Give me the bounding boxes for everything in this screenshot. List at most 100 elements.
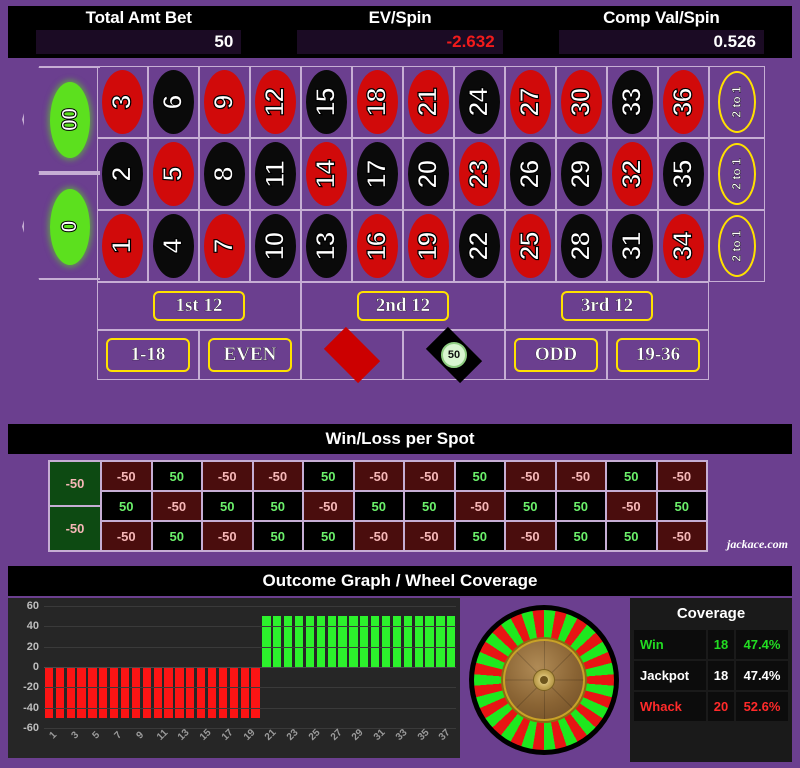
column-bet-3[interactable]: 2 to 1 [709, 210, 765, 282]
bet-spot-11[interactable]: 11 [250, 138, 301, 210]
number-oval: 27 [510, 70, 551, 134]
outside-bet-black[interactable]: 50 [403, 326, 505, 384]
bet-spot-13[interactable]: 13 [301, 210, 352, 282]
bet-spot-30[interactable]: 30 [556, 66, 607, 138]
roulette-betting-layout: 00 0 3 6 9 12 15 18 21 24 27 30 33 36 2 5 8 11 14 17 20 23 2… [0, 58, 800, 403]
bet-spot-label: 2 [106, 166, 137, 182]
bet-spot-label: 26 [514, 159, 545, 189]
bet-spot-label: 15 [310, 87, 341, 117]
bet-spot-label: 32 [616, 159, 647, 189]
bet-spot-label: 17 [361, 159, 392, 189]
bet-spot-20[interactable]: 20 [403, 138, 454, 210]
bet-spot-10[interactable]: 10 [250, 210, 301, 282]
bet-spot-21[interactable]: 21 [403, 66, 454, 138]
bet-spot-12[interactable]: 12 [250, 66, 301, 138]
x-slot: 23 [283, 727, 301, 758]
win-loss-cell: -50 [102, 522, 151, 550]
bet-spot-14[interactable]: 14 [301, 138, 352, 210]
x-slot: 9 [131, 730, 146, 758]
bet-spot-8[interactable]: 8 [199, 138, 250, 210]
x-slot [425, 730, 435, 758]
bet-spot-19[interactable]: 19 [403, 210, 454, 282]
bet-spot-28[interactable]: 28 [556, 210, 607, 282]
column-bet-label: 2 to 1 [730, 158, 744, 190]
gridline [44, 626, 456, 628]
outside-bet-1-18[interactable]: 1-18 [97, 330, 199, 380]
win-loss-zero-cell: -50 [50, 507, 100, 550]
column-bet-label: 2 to 1 [730, 230, 744, 262]
bar [207, 667, 217, 718]
bet-spot-0[interactable]: 0 [22, 173, 100, 280]
bet-spot-label: 19 [412, 231, 443, 261]
bet-chip[interactable]: 50 [441, 342, 467, 368]
outside-bet-label: ODD [514, 338, 598, 372]
column-bet-1[interactable]: 2 to 1 [709, 66, 765, 138]
number-oval: 26 [510, 142, 551, 206]
bet-spot-2[interactable]: 2 [97, 138, 148, 210]
dozen-bet-2[interactable]: 2nd 12 [301, 282, 505, 330]
bar [360, 616, 369, 667]
y-tick-label: -40 [23, 701, 39, 714]
bet-spot-7[interactable]: 7 [199, 210, 250, 282]
bet-spot-5[interactable]: 5 [148, 138, 199, 210]
bar [414, 616, 423, 667]
gridline [44, 667, 456, 668]
coverage-row-pct: 47.4% [736, 661, 788, 690]
bet-spot-24[interactable]: 24 [454, 66, 505, 138]
bet-spot-label: 30 [565, 87, 596, 117]
outside-bet-even[interactable]: EVEN [199, 330, 301, 380]
number-oval: 10 [255, 214, 296, 278]
bar [120, 667, 130, 718]
bet-spot-3[interactable]: 3 [97, 66, 148, 138]
bet-spot-4[interactable]: 4 [148, 210, 199, 282]
outside-bet-red[interactable] [301, 326, 403, 384]
outside-bet-label: EVEN [208, 338, 292, 372]
bet-spot-16[interactable]: 16 [352, 210, 403, 282]
bet-spot-label: 36 [667, 87, 698, 117]
number-oval: 3 [102, 70, 143, 134]
bet-spot-31[interactable]: 31 [607, 210, 658, 282]
column-bet-2[interactable]: 2 to 1 [709, 138, 765, 210]
number-oval: 28 [561, 214, 602, 278]
bet-spot-35[interactable]: 35 [658, 138, 709, 210]
x-slot [316, 730, 326, 758]
x-slot [338, 730, 348, 758]
red-diamond-icon [323, 326, 381, 384]
bet-spot-27[interactable]: 27 [505, 66, 556, 138]
outside-bet-19-36[interactable]: 19-36 [607, 330, 709, 380]
bar [197, 667, 206, 718]
win-loss-cell: -50 [657, 462, 706, 490]
x-slot [98, 730, 108, 758]
bet-spot-29[interactable]: 29 [556, 138, 607, 210]
bet-spot-34[interactable]: 34 [658, 210, 709, 282]
bet-spot-17[interactable]: 17 [352, 138, 403, 210]
bet-spot-23[interactable]: 23 [454, 138, 505, 210]
win-loss-cells: -50 50 -50 -50 50 -50 -50 50 -50 -50 50 -50 50 -50 50 5… [102, 462, 706, 550]
bet-spot-1[interactable]: 1 [97, 210, 148, 282]
column-bets: 2 to 1 2 to 1 2 to 1 [709, 66, 765, 282]
bet-spot-22[interactable]: 22 [454, 210, 505, 282]
bet-spot-26[interactable]: 26 [505, 138, 556, 210]
bet-spot-00[interactable]: 00 [22, 66, 100, 173]
bar [294, 616, 304, 667]
number-oval: 29 [561, 142, 602, 206]
bet-spot-32[interactable]: 32 [607, 138, 658, 210]
bar [381, 616, 391, 667]
bet-spot-6[interactable]: 6 [148, 66, 199, 138]
bet-spot-25[interactable]: 25 [505, 210, 556, 282]
dozen-bet-3[interactable]: 3rd 12 [505, 282, 709, 330]
outside-bet-odd[interactable]: ODD [505, 330, 607, 380]
x-slot [294, 730, 304, 758]
bar [131, 667, 141, 718]
bet-spot-33[interactable]: 33 [607, 66, 658, 138]
gridline [44, 707, 456, 709]
bet-spot-18[interactable]: 18 [352, 66, 403, 138]
x-slot [446, 730, 456, 758]
bet-spot-36[interactable]: 36 [658, 66, 709, 138]
dozen-bets: 1st 12 2nd 12 3rd 12 [97, 282, 709, 330]
bet-spot-15[interactable]: 15 [301, 66, 352, 138]
coverage-row-count: 18 [708, 630, 734, 659]
bet-spot-9[interactable]: 9 [199, 66, 250, 138]
dozen-bet-1[interactable]: 1st 12 [97, 282, 301, 330]
win-loss-cell: -50 [607, 492, 656, 520]
